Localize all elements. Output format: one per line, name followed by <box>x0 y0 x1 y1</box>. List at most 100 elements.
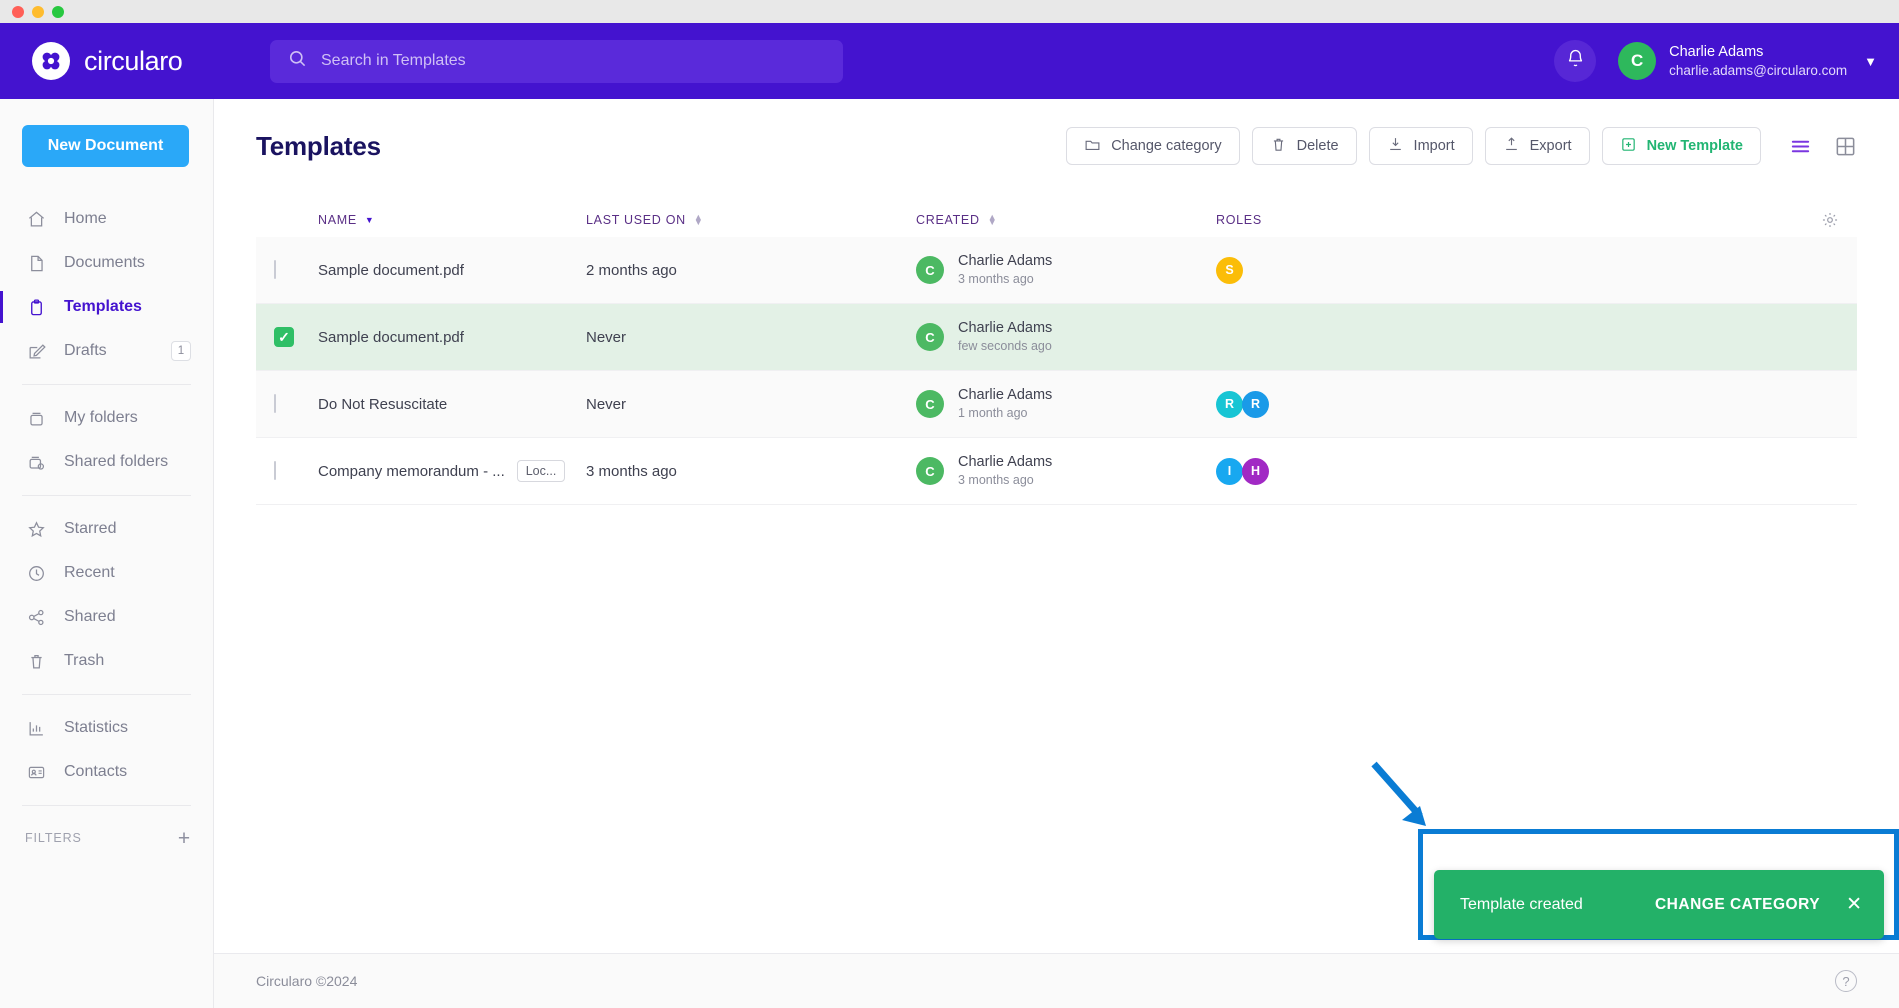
sidebar-item-my-folders[interactable]: My folders <box>0 396 213 440</box>
creator-avatar: C <box>916 256 944 284</box>
add-filter-button[interactable]: + <box>178 828 191 849</box>
table-row[interactable]: Company memorandum - ... Loc... 3 months… <box>256 438 1857 505</box>
window-minimize-button[interactable] <box>32 5 44 18</box>
sidebar-item-statistics[interactable]: Statistics <box>0 706 213 750</box>
user-info: Charlie Adams charlie.adams@circularo.co… <box>1669 43 1847 80</box>
new-document-button[interactable]: New Document <box>22 125 189 167</box>
creator-avatar: C <box>916 390 944 418</box>
sidebar-item-home[interactable]: Home <box>0 197 213 241</box>
role-avatar[interactable]: H <box>1242 457 1269 485</box>
creator: C Charlie Adams 3 months ago <box>916 453 1216 489</box>
copyright-text: Circularo ©2024 <box>256 973 358 989</box>
sidebar-item-trash[interactable]: Trash <box>0 639 213 683</box>
drafts-count-badge: 1 <box>171 341 191 361</box>
template-name-cell: Do Not Resuscitate <box>318 396 586 413</box>
sidebar-item-label: Home <box>64 210 107 227</box>
delete-button[interactable]: Delete <box>1251 127 1357 165</box>
clipboard-icon <box>25 298 47 317</box>
sidebar-divider <box>22 805 191 806</box>
gear-icon[interactable] <box>1821 211 1839 229</box>
user-email: charlie.adams@circularo.com <box>1669 62 1848 78</box>
search-icon <box>288 49 307 73</box>
table-row[interactable]: ✓ Sample document.pdf Never C Charlie Ad… <box>256 304 1857 371</box>
creator: C Charlie Adams 3 months ago <box>916 252 1216 288</box>
sidebar-item-starred[interactable]: Starred <box>0 507 213 551</box>
role-avatar[interactable]: R <box>1242 390 1269 418</box>
sidebar-item-shared-folders[interactable]: Shared folders <box>0 440 213 484</box>
role-avatar[interactable]: R <box>1216 390 1243 418</box>
help-icon[interactable]: ? <box>1835 970 1857 992</box>
sidebar-divider <box>22 384 191 385</box>
new-template-button[interactable]: New Template <box>1601 127 1761 165</box>
role-avatar[interactable]: I <box>1216 457 1243 485</box>
trash-icon <box>25 652 47 671</box>
last-used-cell: Never <box>586 395 627 413</box>
creator-lines: Charlie Adams 1 month ago <box>958 386 1052 422</box>
import-icon <box>1387 136 1404 157</box>
folder-icon <box>25 409 47 428</box>
row-checkbox-cell[interactable] <box>274 260 318 279</box>
export-button[interactable]: Export <box>1484 127 1590 165</box>
circularo-logo-icon <box>32 42 70 80</box>
creator-avatar: C <box>916 323 944 351</box>
table-row[interactable]: Do Not Resuscitate Never C Charlie Adams… <box>256 371 1857 438</box>
import-button[interactable]: Import <box>1368 127 1473 165</box>
sidebar-group-folders: My folders Shared folders <box>0 396 213 484</box>
row-checkbox[interactable] <box>274 461 276 480</box>
row-checkbox[interactable]: ✓ <box>274 327 294 347</box>
sidebar-item-recent[interactable]: Recent <box>0 551 213 595</box>
sidebar-item-contacts[interactable]: Contacts <box>0 750 213 794</box>
filters-label: FILTERS <box>25 831 82 845</box>
row-checkbox[interactable] <box>274 394 276 413</box>
toast-message: Template created <box>1460 895 1583 913</box>
sidebar-item-label: Drafts <box>64 342 107 359</box>
sidebar-item-label: My folders <box>64 409 138 426</box>
column-header-name[interactable]: NAME ▼ <box>318 213 586 227</box>
sort-desc-icon: ▼ <box>364 215 375 225</box>
name-wrap: Sample document.pdf <box>318 329 586 346</box>
home-icon <box>25 210 47 229</box>
sidebar-item-label: Contacts <box>64 763 128 780</box>
app-header: circularo Search in Templates C Charlie … <box>0 23 1899 99</box>
grid-view-icon[interactable] <box>1834 135 1857 158</box>
row-checkbox-cell[interactable] <box>274 394 318 413</box>
sidebar-item-drafts[interactable]: Drafts 1 <box>0 329 213 373</box>
search-input[interactable]: Search in Templates <box>270 39 843 83</box>
last-used-cell: 3 months ago <box>586 462 677 480</box>
column-header-last-used-on[interactable]: LAST USED ON ▲ ▼ <box>586 212 916 227</box>
filters-section: FILTERS + <box>0 817 213 859</box>
sidebar-item-shared[interactable]: Shared <box>0 595 213 639</box>
table-row[interactable]: Sample document.pdf 2 months ago C Charl… <box>256 237 1857 304</box>
toast-notification: Template created CHANGE CATEGORY ✕ <box>1434 870 1884 939</box>
template-name: Sample document.pdf <box>318 328 464 346</box>
creator-avatar: C <box>916 457 944 485</box>
sidebar-item-templates[interactable]: Templates <box>0 285 213 329</box>
category-tag[interactable]: Loc... <box>516 459 566 483</box>
share-icon <box>25 608 47 627</box>
notifications-button[interactable] <box>1554 40 1597 82</box>
sort-toggle-icon: ▲ ▼ <box>987 211 998 227</box>
page-title: Templates <box>256 130 381 161</box>
row-checkbox-cell[interactable] <box>274 461 318 480</box>
window-maximize-button[interactable] <box>52 5 64 18</box>
list-view-icon[interactable] <box>1789 135 1812 158</box>
sidebar-item-documents[interactable]: Documents <box>0 241 213 285</box>
pencil-square-icon <box>25 342 47 361</box>
view-toggle-group <box>1789 135 1857 158</box>
sidebar-divider <box>22 495 191 496</box>
sidebar-group-tools: Statistics Contacts <box>0 706 213 794</box>
row-checkbox-cell[interactable]: ✓ <box>274 327 318 347</box>
footer: Circularo ©2024 ? <box>214 953 1899 1008</box>
shared-folder-icon <box>25 453 47 472</box>
brand-logo[interactable]: circularo <box>32 42 214 80</box>
window-close-button[interactable] <box>12 5 24 18</box>
column-header-created[interactable]: CREATED ▲ ▼ <box>916 211 1216 227</box>
star-icon <box>25 520 47 539</box>
close-icon[interactable]: ✕ <box>1846 895 1862 914</box>
user-menu[interactable]: C Charlie Adams charlie.adams@circularo.… <box>1618 42 1877 80</box>
toast-change-category-action[interactable]: CHANGE CATEGORY <box>1655 896 1820 914</box>
change-category-button[interactable]: Change category <box>1066 127 1240 165</box>
role-avatar[interactable]: S <box>1216 256 1243 284</box>
row-checkbox[interactable] <box>274 260 276 279</box>
export-icon <box>1503 136 1520 157</box>
